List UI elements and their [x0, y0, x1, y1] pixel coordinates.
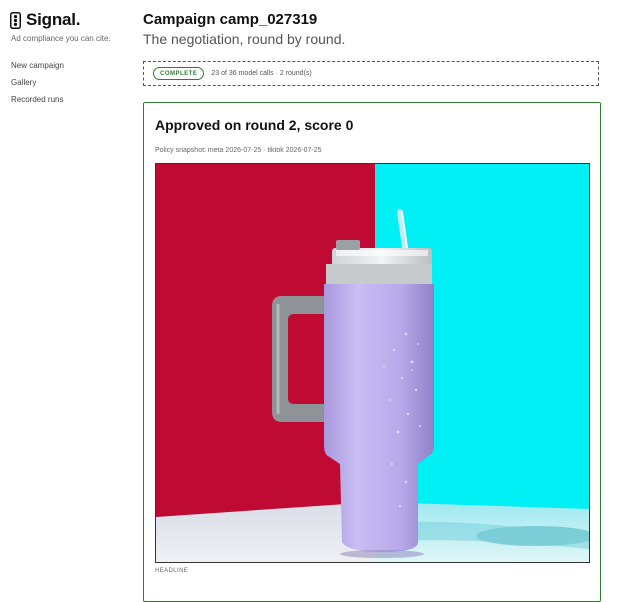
ad-creative-image — [155, 163, 590, 563]
headline-label: HEADLINE — [155, 568, 189, 574]
sidebar-nav: New campaign Gallery Recorded runs — [11, 62, 64, 113]
traffic-light-icon — [10, 11, 21, 29]
sidebar: Signal. Ad compliance you can cite. New … — [0, 0, 130, 573]
tumbler-photo — [156, 164, 589, 562]
model-calls-summary: 23 of 36 model calls · 2 round(s) — [211, 70, 312, 77]
nav-item-gallery[interactable]: Gallery — [11, 79, 64, 96]
nav-item-new-campaign[interactable]: New campaign — [11, 62, 64, 79]
status-badge: COMPLETE — [153, 67, 205, 80]
result-title: Approved on round 2, score 0 — [155, 117, 354, 133]
nav-item-recorded-runs[interactable]: Recorded runs — [11, 96, 64, 113]
brand-name: Signal. — [26, 10, 81, 29]
run-status-bar: COMPLETE 23 of 36 model calls · 2 round(… — [143, 61, 599, 86]
page-subtitle: The negotiation, round by round. — [143, 31, 346, 47]
brand[interactable]: Signal. — [10, 10, 81, 30]
page-title: Campaign camp_027319 — [143, 11, 318, 28]
policy-snapshot: Policy snapshot: meta 2026-07-25 · tikto… — [155, 147, 322, 154]
brand-tagline: Ad compliance you can cite. — [11, 34, 111, 43]
result-card: Approved on round 2, score 0 Policy snap… — [143, 102, 601, 602]
